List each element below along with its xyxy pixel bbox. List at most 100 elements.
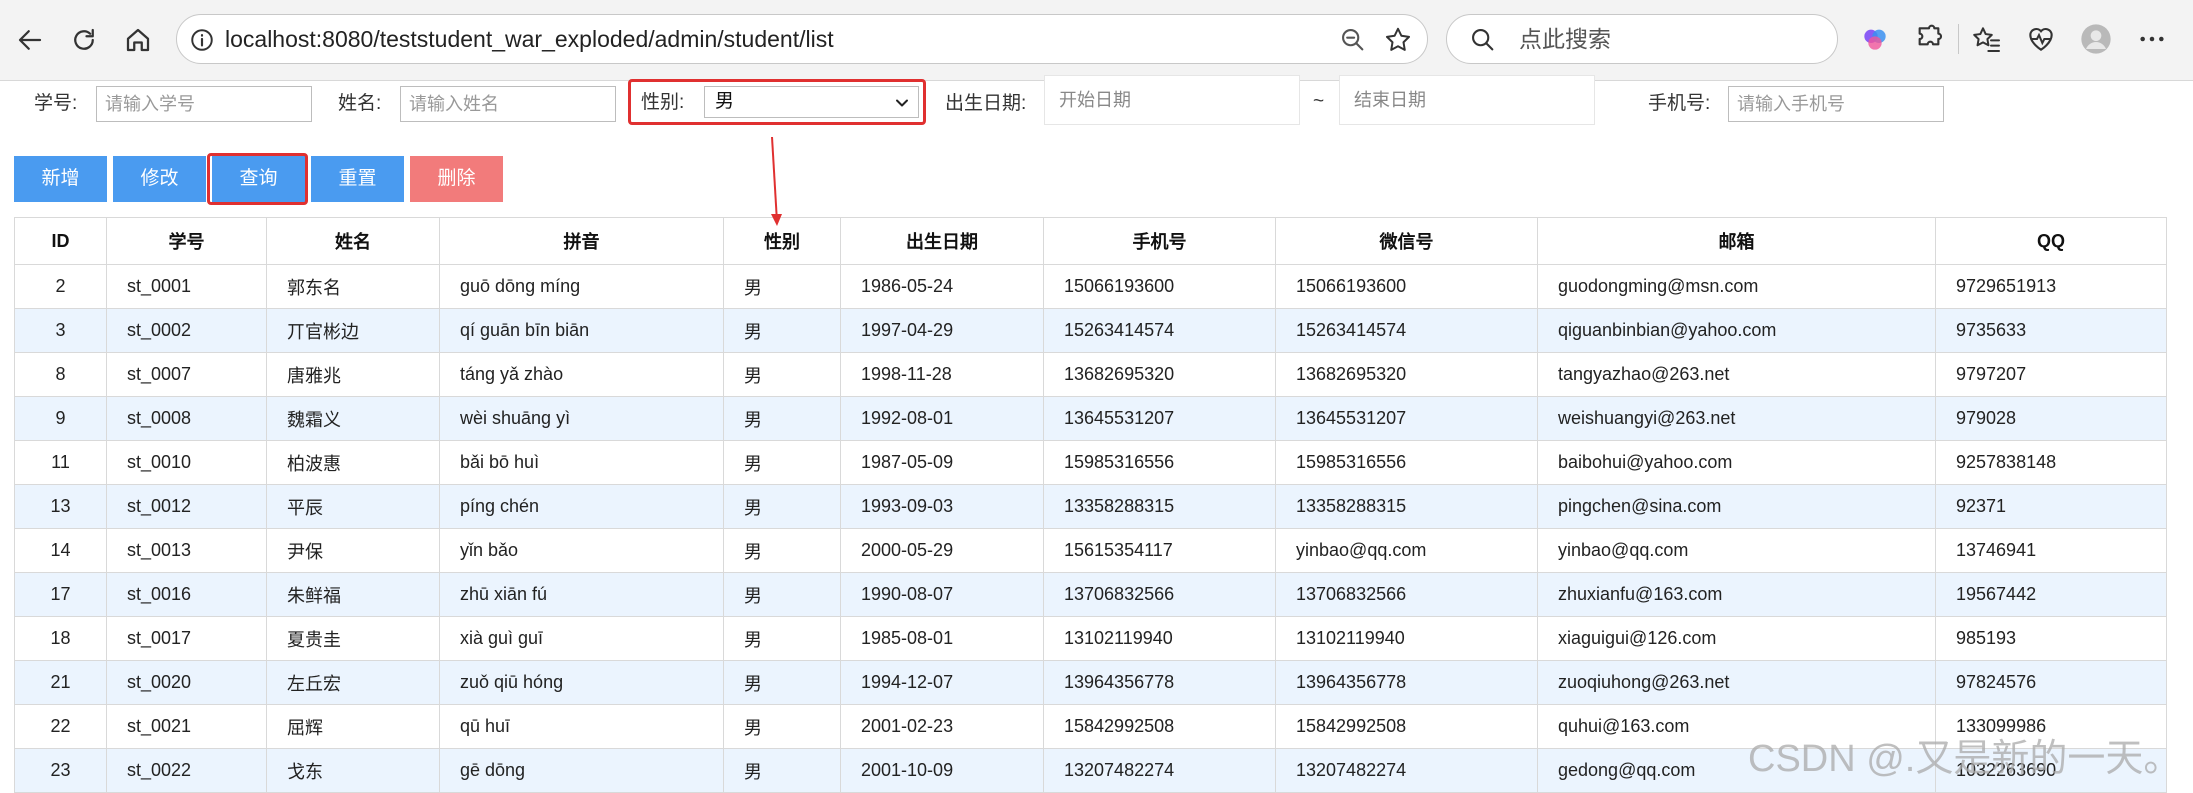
cell-student-no: st_0013: [106, 528, 267, 573]
cell-pinyin: zhū xiān fú: [439, 572, 724, 617]
cell-phone: 15615354117: [1043, 528, 1276, 573]
table-row[interactable]: 9 st_0008 魏霜义 wèi shuāng yì 男 1992-08-01 13645…: [14, 396, 2167, 441]
cell-birth-date: 1987-05-09: [840, 440, 1044, 485]
cell-name: 平辰: [266, 484, 440, 529]
gender-selected-value: 男: [715, 91, 735, 112]
cell-gender: 男: [723, 308, 841, 353]
home-icon: [126, 28, 150, 52]
birth-end-placeholder: 结束日期: [1354, 90, 1426, 110]
table-row[interactable]: 8 st_0007 唐雅兆 táng yǎ zhào 男 1998-11-28 136826…: [14, 352, 2167, 397]
birth-end-date-input[interactable]: 结束日期: [1339, 75, 1595, 125]
birth-start-date-input[interactable]: 开始日期: [1044, 75, 1300, 125]
chevron-down-icon: [896, 99, 908, 107]
student-no-input[interactable]: 请输入学号: [96, 86, 312, 122]
col-header-pinyin[interactable]: 拼音: [439, 217, 724, 265]
col-header-email[interactable]: 邮箱: [1537, 217, 1936, 265]
cell-email: baibohui@yahoo.com: [1537, 440, 1936, 485]
copilot-button[interactable]: [1858, 22, 1892, 56]
cell-gender: 男: [723, 572, 841, 617]
table-row[interactable]: 17 st_0016 朱鲜福 zhū xiān fú 男 1990-08-07 137068…: [14, 572, 2167, 617]
cell-email: weishuangyi@263.net: [1537, 396, 1936, 441]
cell-student-no: st_0021: [106, 704, 267, 749]
cell-qq: 9797207: [1935, 352, 2167, 397]
table-row[interactable]: 21 st_0020 左丘宏 zuǒ qiū hóng 男 1994-12-07 13964…: [14, 660, 2167, 705]
add-button[interactable]: 新增: [14, 156, 107, 202]
cell-id: 17: [14, 572, 107, 617]
col-header-phone[interactable]: 手机号: [1043, 217, 1276, 265]
table-row[interactable]: 2 st_0001 郭东名 guō dōng míng 男 1986-05-24 15066…: [14, 264, 2167, 309]
browser-search-box[interactable]: 点此搜索: [1446, 14, 1838, 64]
table-header-row: ID 学号 姓名 拼音 性别 出生日期 手机号 微信号 邮箱 QQ: [14, 217, 2167, 265]
col-header-id[interactable]: ID: [14, 217, 107, 265]
table-row[interactable]: 14 st_0013 尹保 yǐn bǎo 男 2000-05-29 15615354117…: [14, 528, 2167, 573]
reload-icon: [74, 28, 94, 50]
col-header-name[interactable]: 姓名: [266, 217, 440, 265]
avatar-icon: [2081, 24, 2111, 54]
col-header-wechat[interactable]: 微信号: [1275, 217, 1538, 265]
cell-id: 3: [14, 308, 107, 353]
favorite-star-icon[interactable]: [1383, 25, 1413, 55]
cell-email: tangyazhao@263.net: [1537, 352, 1936, 397]
cell-name: 左丘宏: [266, 660, 440, 705]
cell-pinyin: táng yǎ zhào: [439, 352, 724, 397]
cell-id: 8: [14, 352, 107, 397]
table-row[interactable]: 3 st_0002 丌官彬边 qí guān bīn biān 男 1997-04-29 1…: [14, 308, 2167, 353]
cell-id: 14: [14, 528, 107, 573]
cell-name: 丌官彬边: [266, 308, 440, 353]
cell-student-no: st_0012: [106, 484, 267, 529]
col-header-gender[interactable]: 性别: [723, 217, 841, 265]
puzzle-icon: [1918, 24, 1942, 46]
cell-phone: 15985316556: [1043, 440, 1276, 485]
table-row[interactable]: 11 st_0010 柏波惠 bǎi bō huì 男 1987-05-09 1598531…: [14, 440, 2167, 485]
birth-date-label: 出生日期:: [945, 93, 1027, 114]
home-button[interactable]: [116, 18, 160, 62]
search-icon: [1472, 29, 1494, 51]
cell-qq: 19567442: [1935, 572, 2167, 617]
cell-pinyin: píng chén: [439, 484, 724, 529]
name-input[interactable]: 请输入姓名: [400, 86, 616, 122]
extensions-button[interactable]: [1912, 22, 1946, 56]
browser-essentials-button[interactable]: [2024, 22, 2058, 56]
cell-qq: 9735633: [1935, 308, 2167, 353]
cell-id: 13: [14, 484, 107, 529]
delete-button[interactable]: 删除: [410, 156, 503, 202]
cell-qq: 97824576: [1935, 660, 2167, 705]
zoom-out-icon[interactable]: [1339, 26, 1367, 54]
col-header-student-no[interactable]: 学号: [106, 217, 267, 265]
cell-wechat: yinbao@qq.com: [1275, 528, 1538, 573]
back-button[interactable]: [8, 18, 52, 62]
cell-qq: 9729651913: [1935, 264, 2167, 309]
birth-start-placeholder: 开始日期: [1059, 90, 1131, 110]
reload-button[interactable]: [62, 18, 106, 62]
cell-name: 朱鲜福: [266, 572, 440, 617]
cell-phone: 15842992508: [1043, 704, 1276, 749]
url-text[interactable]: localhost:8080/teststudent_war_exploded/…: [225, 15, 834, 63]
cell-id: 22: [14, 704, 107, 749]
reset-button[interactable]: 重置: [311, 156, 404, 202]
gender-select[interactable]: 男: [704, 86, 919, 118]
cell-birth-date: 1993-09-03: [840, 484, 1044, 529]
site-info-icon[interactable]: [189, 27, 215, 53]
table-row[interactable]: 13 st_0012 平辰 píng chén 男 1993-09-03 133582883…: [14, 484, 2167, 529]
cell-name: 尹保: [266, 528, 440, 573]
table-row[interactable]: 18 st_0017 夏贵圭 xià guì guī 男 1985-08-01 131021…: [14, 616, 2167, 661]
favorites-button[interactable]: [1970, 22, 2004, 56]
col-header-birth-date[interactable]: 出生日期: [840, 217, 1044, 265]
profile-button[interactable]: [2079, 22, 2113, 56]
gender-label: 性别:: [641, 92, 685, 113]
toolbar-divider: [1958, 24, 1959, 54]
more-menu-button[interactable]: [2135, 22, 2169, 56]
cell-phone: 13682695320: [1043, 352, 1276, 397]
table-body: 2 st_0001 郭东名 guō dōng míng 男 1986-05-24 15066…: [14, 264, 2167, 793]
col-header-qq[interactable]: QQ: [1935, 217, 2167, 265]
address-bar[interactable]: localhost:8080/teststudent_war_exploded/…: [176, 14, 1428, 64]
cell-student-no: st_0017: [106, 616, 267, 661]
cell-birth-date: 1985-08-01: [840, 616, 1044, 661]
phone-input[interactable]: 请输入手机号: [1728, 86, 1944, 122]
cell-wechat: 13102119940: [1275, 616, 1538, 661]
cell-name: 屈辉: [266, 704, 440, 749]
cell-email: pingchen@sina.com: [1537, 484, 1936, 529]
cell-student-no: st_0016: [106, 572, 267, 617]
cell-name: 柏波惠: [266, 440, 440, 485]
edit-button[interactable]: 修改: [113, 156, 206, 202]
